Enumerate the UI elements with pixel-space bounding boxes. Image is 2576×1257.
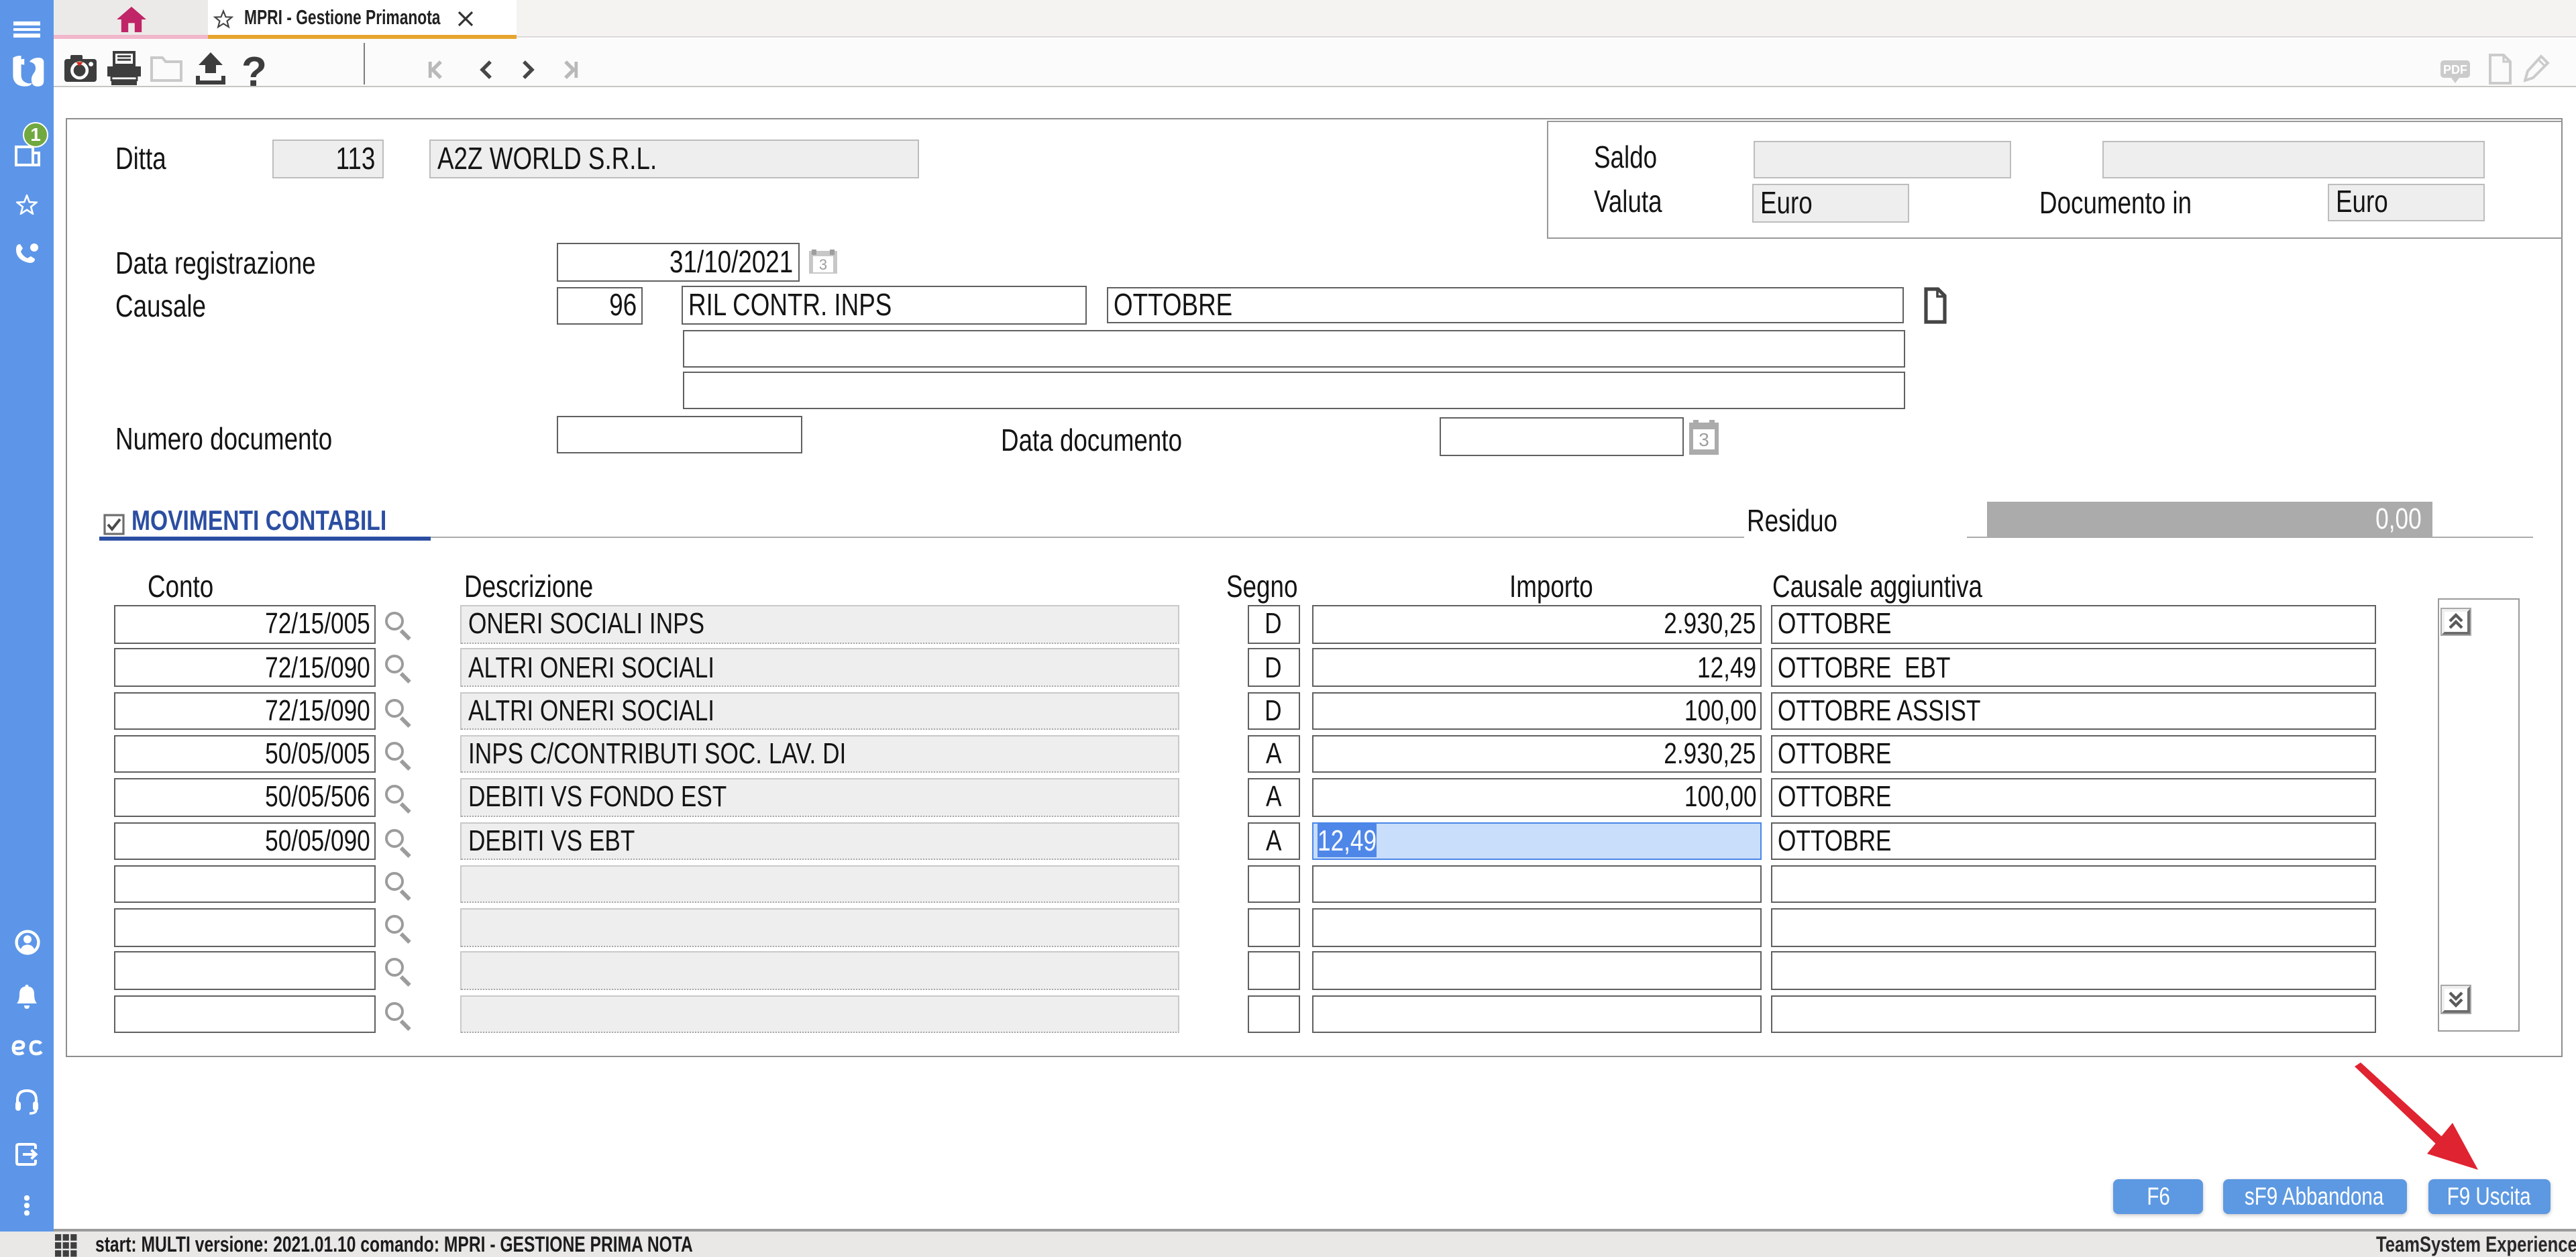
svg-text:PDF: PDF: [2443, 63, 2467, 76]
svg-text:3: 3: [1699, 429, 1710, 449]
svg-text:3: 3: [818, 256, 826, 273]
